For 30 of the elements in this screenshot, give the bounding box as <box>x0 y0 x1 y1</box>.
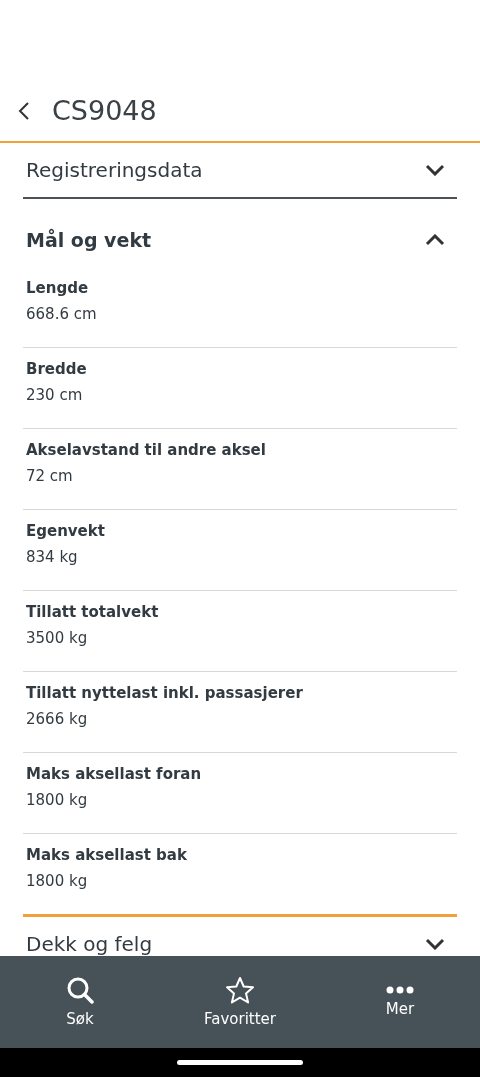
section-title[interactable]: Dekk og felg <box>26 932 153 956</box>
page-title: CS9048 <box>52 95 157 126</box>
field-label: Lengde <box>26 279 90 297</box>
nav-tab[interactable]: Favoritter <box>160 956 320 1048</box>
chevron-down-icon[interactable] <box>425 164 445 176</box>
field-label: Tillatt nyttelast inkl. passasjerer <box>26 684 304 702</box>
field-value: 2666 kg <box>26 710 89 728</box>
field-value: 72 cm <box>26 467 74 485</box>
section-title[interactable]: Mål og vekt <box>26 229 152 251</box>
chevron-up-icon[interactable] <box>425 234 445 246</box>
field-label: Bredde <box>26 360 88 378</box>
section-title[interactable]: Registreringsdata <box>26 158 203 182</box>
search-icon <box>66 976 94 1004</box>
nav-tab[interactable]: Mer <box>320 956 480 1048</box>
more-icon <box>386 986 414 994</box>
chevron-down-icon[interactable] <box>425 938 445 950</box>
field-value: 668.6 cm <box>26 305 98 323</box>
field-label: Maks aksellast bak <box>26 846 188 864</box>
field-label: Tillatt totalvekt <box>26 603 160 621</box>
field-label: Akselavstand til andre aksel <box>26 441 267 459</box>
nav-tab[interactable]: Søk <box>0 956 160 1048</box>
back-icon[interactable] <box>18 100 30 121</box>
field-value: 230 cm <box>26 386 84 404</box>
field-value: 1800 kg <box>26 791 89 809</box>
field-label: Maks aksellast foran <box>26 765 203 783</box>
star-icon <box>225 976 255 1004</box>
field-value: 1800 kg <box>26 872 89 890</box>
field-value: 834 kg <box>26 548 79 566</box>
field-value: 3500 kg <box>26 629 89 647</box>
field-label: Egenvekt <box>26 522 106 540</box>
